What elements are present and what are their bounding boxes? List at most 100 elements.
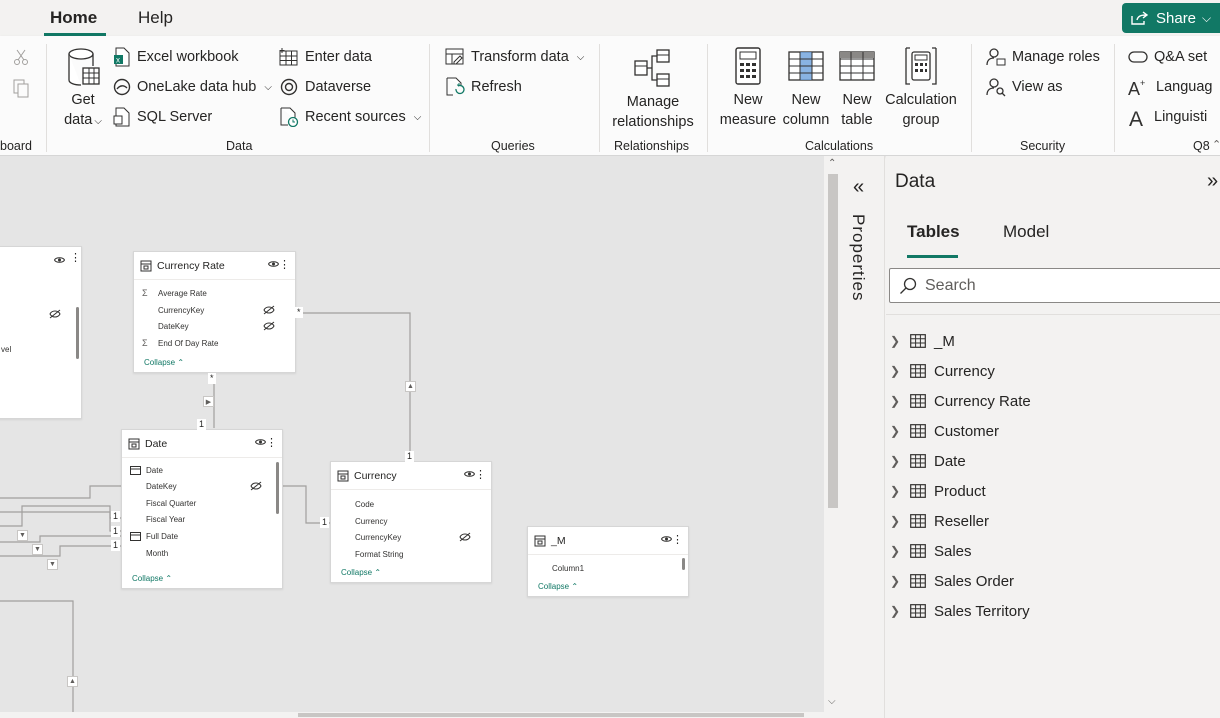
eye-icon[interactable] <box>464 470 475 478</box>
cut-icon[interactable] <box>12 48 30 66</box>
card-header[interactable]: _M ⋮ <box>528 527 688 555</box>
more-options-icon[interactable]: ⋮ <box>279 258 290 271</box>
new-measure-button[interactable]: New measure <box>718 46 778 130</box>
chevron-right-icon[interactable]: ❯ <box>890 394 906 408</box>
field-row[interactable]: Fiscal Quarter <box>122 495 282 511</box>
hidden-icon[interactable] <box>263 305 275 315</box>
scroll-down-icon[interactable]: ⌵ <box>828 696 836 707</box>
table-card-date[interactable]: Date ⋮ Date DateKey Fiscal Quarter Fisca… <box>121 429 283 589</box>
dataverse-button[interactable]: Dataverse <box>279 74 371 100</box>
chevron-right-icon[interactable]: ❯ <box>890 364 906 378</box>
more-options-icon[interactable]: ⋮ <box>70 251 81 264</box>
eye-icon[interactable] <box>661 535 672 543</box>
qa-setup-button[interactable]: Q&A set <box>1128 44 1207 70</box>
table-card-currency-rate[interactable]: Currency Rate ⋮ Σ Average Rate CurrencyKe… <box>133 251 296 373</box>
tab-help[interactable]: Help <box>138 8 173 28</box>
card-header[interactable]: Currency Rate ⋮ <box>134 252 295 280</box>
chevron-right-icon[interactable]: ❯ <box>890 574 906 588</box>
table-list-item[interactable]: ❯ Sales <box>890 538 972 564</box>
card-scrollbar[interactable] <box>276 462 279 514</box>
recent-sources-button[interactable]: Recent sources ⌵ <box>279 104 421 130</box>
manage-roles-button[interactable]: Manage roles <box>986 44 1100 70</box>
card-header[interactable]: Date ⋮ <box>122 430 282 458</box>
field-row[interactable]: Currency <box>331 513 491 529</box>
model-canvas[interactable]: ⋮ vel Currency Rate ⋮ Σ Average Rate Curr… <box>0 156 824 714</box>
chevron-right-icon[interactable]: ❯ <box>890 604 906 618</box>
view-as-button[interactable]: View as <box>986 74 1063 100</box>
canvas-horizontal-scrollbar[interactable] <box>0 712 824 718</box>
collapse-link[interactable]: Collapse ⌃ <box>341 568 381 577</box>
collapse-link[interactable]: Collapse ⌃ <box>132 574 172 583</box>
hidden-icon[interactable] <box>263 321 275 331</box>
table-list-item[interactable]: ❯ Sales Order <box>890 568 1014 594</box>
excel-workbook-button[interactable]: x Excel workbook <box>113 44 239 70</box>
table-list-item[interactable]: ❯ Reseller <box>890 508 989 534</box>
field-row[interactable]: CurrencyKey <box>331 529 491 545</box>
tab-home[interactable]: Home <box>50 8 97 28</box>
tab-model[interactable]: Model <box>1003 222 1049 242</box>
hidden-icon[interactable] <box>459 532 471 542</box>
canvas-vertical-scrollbar[interactable]: ⌃ ⌵ <box>824 156 842 718</box>
enter-data-button[interactable]: Enter data <box>279 44 372 70</box>
table-card-partial[interactable]: ⋮ vel <box>0 246 82 419</box>
chevron-right-icon[interactable]: ❯ <box>890 544 906 558</box>
transform-data-button[interactable]: Transform data ⌵ <box>445 44 584 70</box>
properties-pane-label[interactable]: Properties <box>848 214 868 301</box>
collapse-pane-icon[interactable]: » <box>1207 170 1218 193</box>
field-row[interactable]: Full Date <box>122 528 282 544</box>
table-list-item[interactable]: ❯ Currency Rate <box>890 388 1031 414</box>
chevron-right-icon[interactable]: ❯ <box>890 424 906 438</box>
field-row[interactable]: Σ Average Rate <box>134 285 295 301</box>
linguistic-schema-button[interactable]: A Linguisti <box>1128 104 1207 130</box>
field-row[interactable]: Month <box>122 545 282 561</box>
field-row[interactable]: CurrencyKey <box>134 302 295 318</box>
collapse-link[interactable]: Collapse ⌃ <box>538 582 578 591</box>
scrollbar-thumb[interactable] <box>828 174 838 508</box>
sql-server-button[interactable]: SQL Server <box>113 104 212 130</box>
new-table-button[interactable]: New table <box>836 46 878 130</box>
card-scrollbar[interactable] <box>682 558 685 570</box>
refresh-button[interactable]: Refresh <box>445 74 522 100</box>
more-options-icon[interactable]: ⋮ <box>475 468 486 481</box>
table-list-item[interactable]: ❯ Currency <box>890 358 995 384</box>
card-scrollbar[interactable] <box>76 307 79 359</box>
field-row[interactable]: Column1 <box>528 560 688 576</box>
table-card-currency[interactable]: Currency ⋮ Code Currency CurrencyKey For… <box>330 461 492 583</box>
field-row[interactable]: Fiscal Year <box>122 511 282 527</box>
table-list-item[interactable]: ❯ Customer <box>890 418 999 444</box>
new-column-button[interactable]: New column <box>780 46 832 130</box>
calculation-group-button[interactable]: Calculation group <box>882 46 960 130</box>
table-list-item[interactable]: ❯ _M <box>890 328 955 354</box>
more-options-icon[interactable]: ⋮ <box>266 436 277 449</box>
field-row[interactable]: Date <box>122 462 282 478</box>
chevron-right-icon[interactable]: ❯ <box>890 514 906 528</box>
onelake-data-hub-button[interactable]: OneLake data hub ⌵ <box>113 74 272 100</box>
copy-icon[interactable] <box>12 78 30 98</box>
table-list-item[interactable]: ❯ Product <box>890 478 986 504</box>
chevron-right-icon[interactable]: ❯ <box>890 334 906 348</box>
share-button[interactable]: Share ⌵ <box>1122 3 1220 33</box>
field-row[interactable]: DateKey <box>122 478 282 494</box>
scroll-up-icon[interactable]: ⌃ <box>828 158 836 169</box>
eye-icon[interactable] <box>268 260 279 268</box>
table-card-m[interactable]: _M ⋮ Column1 Collapse ⌃ <box>527 526 689 597</box>
ribbon-collapse-icon[interactable]: ⌃ <box>1212 138 1220 151</box>
chevron-right-icon[interactable]: ❯ <box>890 454 906 468</box>
expand-pane-icon[interactable]: « <box>853 176 864 199</box>
scrollbar-thumb[interactable] <box>298 713 804 717</box>
get-data-button[interactable]: Get data ⌵ <box>62 46 104 132</box>
field-row[interactable]: Code <box>331 496 491 512</box>
chevron-right-icon[interactable]: ❯ <box>890 484 906 498</box>
field-row[interactable]: Σ End Of Day Rate <box>134 335 295 351</box>
field-row[interactable]: Format String <box>331 546 491 562</box>
language-button[interactable]: A + Languag <box>1128 74 1212 100</box>
table-list-item[interactable]: ❯ Sales Territory <box>890 598 1030 624</box>
hidden-icon[interactable] <box>250 481 262 491</box>
collapse-link[interactable]: Collapse ⌃ <box>144 358 184 367</box>
eye-icon[interactable] <box>54 256 65 264</box>
tab-tables[interactable]: Tables <box>907 222 960 242</box>
field-row[interactable]: DateKey <box>134 318 295 334</box>
manage-relationships-button[interactable]: Manage relationships <box>610 48 696 132</box>
eye-icon[interactable] <box>255 438 266 446</box>
table-list-item[interactable]: ❯ Date <box>890 448 966 474</box>
